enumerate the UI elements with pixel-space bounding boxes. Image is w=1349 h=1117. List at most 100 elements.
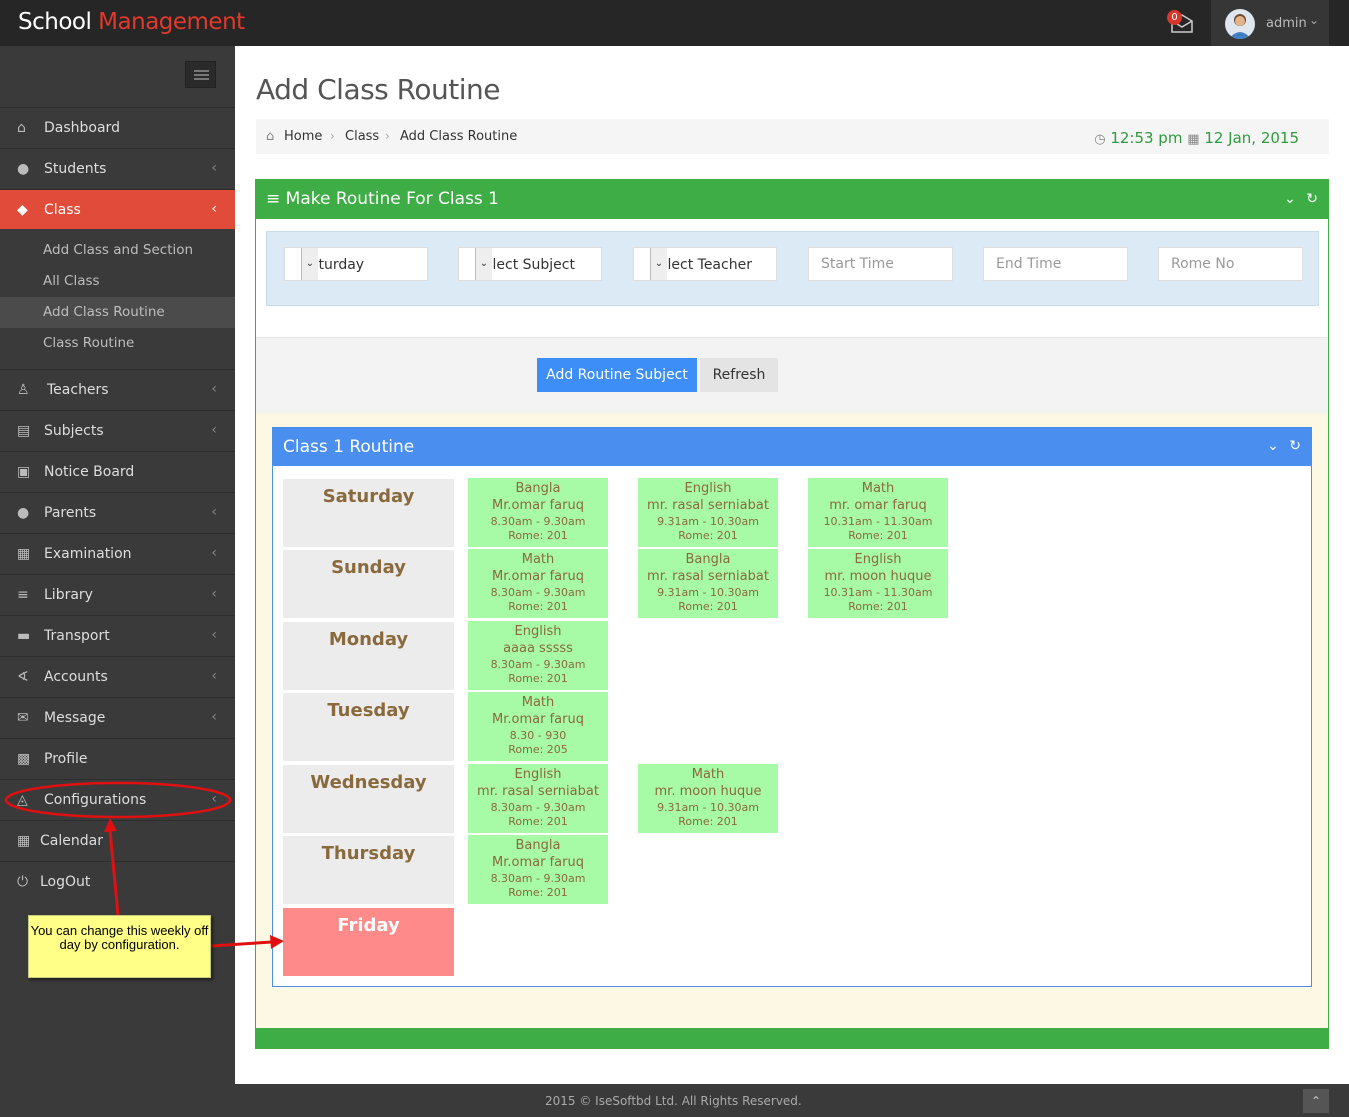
sidebar-item-students[interactable]: ● Students ‹ (0, 148, 235, 189)
bars-icon: ≡ (266, 189, 281, 209)
breadcrumb-home[interactable]: Home (284, 129, 322, 144)
annotation-note: You can change this weekly off day by co… (28, 915, 211, 978)
sidebar-item-class[interactable]: ◆ Class ‹ (0, 189, 235, 230)
day-label-thursday: Thursday (283, 836, 454, 904)
refresh-button[interactable]: Refresh (700, 358, 778, 392)
sidebar-item-notice-board[interactable]: ▣ Notice Board (0, 451, 235, 492)
date-time-display: ◷ 12:53 pm ▦ 12 Jan, 2015 (1094, 129, 1299, 147)
period-time: 8.30am - 9.30am (490, 586, 586, 599)
chevron-left-icon: ‹ (211, 791, 217, 807)
submenu-label: Class Routine (43, 335, 135, 351)
start-time-field[interactable] (808, 247, 953, 281)
period-teacher: Mr.omar faruq (492, 712, 584, 727)
sidebar-item-dashboard[interactable]: ⌂ Dashboard (0, 107, 235, 148)
page-footer: 2015 © IseSoftbd Ltd. All Rights Reserve… (235, 1084, 1349, 1117)
period-time: 8.30am - 9.30am (490, 801, 586, 814)
envelope-icon: ✉ (17, 710, 29, 726)
sidebar-item-parents[interactable]: ● Parents ‹ (0, 492, 235, 533)
sidebar-item-label: Students (44, 161, 107, 177)
sidebar-toggle-button[interactable] (185, 61, 216, 88)
sidebar-item-logout[interactable]: ⏻ LogOut (0, 861, 235, 902)
period-time: 8.30am - 9.30am (490, 515, 586, 528)
routine-period-cell: Math Mr.omar faruq 8.30 - 930 Rome: 205 (468, 692, 608, 761)
routine-period-cell: Math Mr.omar faruq 8.30am - 9.30am Rome: 20… (468, 549, 608, 618)
sidebar-item-configurations[interactable]: ◬ Configurations ‹ (0, 779, 235, 820)
routine-period-cell: Math mr. omar faruq 10.31am - 11.30am Rome:… (808, 478, 948, 547)
room-no-field[interactable] (1158, 247, 1303, 281)
sidebar-item-accounts[interactable]: ∢ Accounts ‹ (0, 656, 235, 697)
period-time: 9.31am - 10.30am (657, 586, 759, 599)
sidebar-item-message[interactable]: ✉ Message ‹ (0, 697, 235, 738)
logo-text-1: School (18, 9, 99, 35)
period-teacher: mr. moon huque (824, 569, 932, 584)
routine-period-cell: Bangla mr. rasal serniabat 9.31am - 10.30a… (638, 549, 778, 618)
user-icon: ♙ (17, 382, 30, 398)
end-time-field[interactable] (983, 247, 1128, 281)
user-menu[interactable]: admin ⌄ (1211, 0, 1329, 46)
period-room: Rome: 201 (848, 529, 908, 542)
day-select[interactable]: Saturday ⌄ (284, 247, 428, 281)
routine-title: Class 1 Routine (283, 437, 415, 457)
period-teacher: mr. rasal serniabat (647, 498, 769, 513)
class-routine-panel-header: Class 1 Routine ⌄ ↻ (273, 428, 1311, 466)
add-routine-subject-button[interactable]: Add Routine Subject (537, 358, 697, 392)
day-label-monday: Monday (283, 622, 454, 690)
routine-period-cell: English mr. rasal serniabat 8.30am - 9.30a… (468, 764, 608, 833)
current-date: 12 Jan, 2015 (1204, 129, 1299, 147)
current-time: 12:53 pm (1110, 129, 1183, 147)
submenu-label: Add Class and Section (43, 242, 194, 258)
period-room: Rome: 201 (678, 529, 738, 542)
sidebar-item-subjects[interactable]: ▤ Subjects ‹ (0, 410, 235, 451)
collapse-icon[interactable]: ⌄ (1267, 438, 1279, 454)
end-time-input[interactable] (984, 248, 1127, 280)
sidebar-item-library[interactable]: ≡ Library ‹ (0, 574, 235, 615)
period-teacher: Mr.omar faruq (492, 569, 584, 584)
start-time-input[interactable] (809, 248, 952, 280)
submenu-item-class-routine[interactable]: Class Routine (0, 328, 235, 359)
period-time: 10.31am - 11.30am (823, 586, 933, 599)
period-room: Rome: 201 (848, 600, 908, 613)
sidebar-item-label: Teachers (47, 382, 109, 398)
home-icon: ⌂ (17, 120, 26, 136)
refresh-icon[interactable]: ↻ (1306, 191, 1318, 207)
sidebar-item-profile[interactable]: ▩ Profile (0, 738, 235, 779)
submenu-item-add-class-routine[interactable]: Add Class Routine (0, 297, 235, 328)
period-teacher: mr. moon huque (654, 784, 762, 799)
period-time: 10.31am - 11.30am (823, 515, 933, 528)
scroll-to-top-button[interactable]: ⌃ (1303, 1089, 1329, 1113)
sidebar-item-calendar[interactable]: ▦ Calendar (0, 820, 235, 861)
submenu-item-add-class-section[interactable]: Add Class and Section (0, 235, 235, 266)
sidebar-item-label: LogOut (40, 874, 91, 890)
chevron-left-icon: ‹ (211, 504, 217, 520)
teacher-select[interactable]: Select Teacher ⌄ (633, 247, 777, 281)
submenu-item-all-class[interactable]: All Class (0, 266, 235, 297)
period-subject: Bangla (515, 481, 561, 496)
room-no-input[interactable] (1159, 248, 1302, 280)
sidebar-item-examination[interactable]: ▦ Examination ‹ (0, 533, 235, 574)
home-icon: ⌂ (266, 129, 275, 144)
period-time: 8.30am - 9.30am (490, 658, 586, 671)
user-name: admin (1266, 16, 1307, 31)
power-icon: ⏻ (17, 874, 29, 890)
breadcrumb-separator: › (385, 129, 390, 143)
refresh-icon[interactable]: ↻ (1289, 438, 1301, 454)
person-icon: ● (17, 505, 30, 521)
form-zone: Saturday ⌄ Select Subject ⌄ Select Teach… (256, 219, 1328, 337)
form-actions: Add Routine Subject Refresh (256, 337, 1328, 413)
sidebar-item-label: Notice Board (44, 464, 135, 480)
app-logo[interactable]: School Management (18, 9, 245, 35)
period-time: 9.31am - 10.30am (657, 801, 759, 814)
sidebar-item-transport[interactable]: ▬ Transport ‹ (0, 615, 235, 656)
chevron-left-icon: ‹ (211, 545, 217, 561)
sidebar-item-label: Library (44, 587, 93, 603)
period-subject: English (854, 552, 902, 567)
collapse-icon[interactable]: ⌄ (1284, 191, 1296, 207)
routine-period-cell: English mr. moon huque 10.31am - 11.30am Ro… (808, 549, 948, 618)
day-label-friday: Friday (283, 908, 454, 976)
period-room: Rome: 201 (508, 815, 568, 828)
graduation-cap-icon: ◬ (17, 792, 28, 808)
sidebar-item-teachers[interactable]: ♙ Teachers ‹ (0, 369, 235, 410)
subject-select[interactable]: Select Subject ⌄ (458, 247, 602, 281)
panel-footer-bar (256, 1028, 1328, 1048)
breadcrumb-class[interactable]: Class (345, 129, 379, 144)
